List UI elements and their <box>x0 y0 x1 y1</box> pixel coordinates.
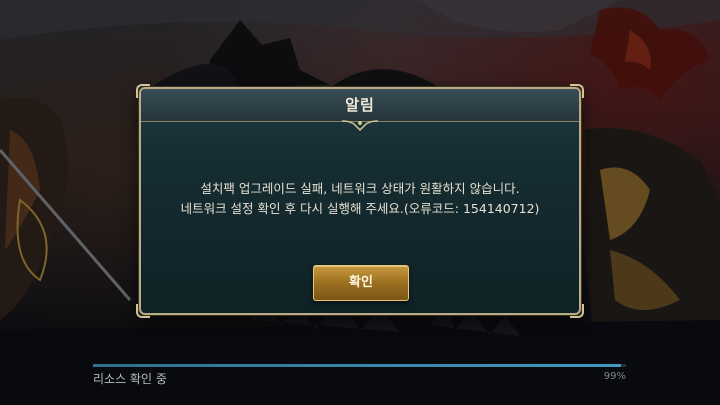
corner-ornament-icon <box>570 84 584 98</box>
message-line-1: 설치팩 업그레이드 실패, 네트워크 상태가 원활하지 않습니다. <box>200 181 520 196</box>
loading-progress-bar <box>93 364 626 367</box>
corner-ornament-icon <box>136 84 150 98</box>
dialog-message: 설치팩 업그레이드 실패, 네트워크 상태가 원활하지 않습니다. 네트워크 설… <box>141 179 579 219</box>
message-line-2: 네트워크 설정 확인 후 다시 실행해 주세요.(오류코드: 154140712… <box>180 201 540 216</box>
confirm-button[interactable]: 확인 <box>313 265 409 301</box>
corner-ornament-icon <box>570 304 584 318</box>
game-screen: 알림 설치팩 업그레이드 실패, 네트워크 상태가 원활하지 않습니다. 네트워… <box>0 0 720 405</box>
header-ornament-icon <box>341 120 379 131</box>
loading-progress-fill <box>93 364 621 367</box>
alert-dialog: 알림 설치팩 업그레이드 실패, 네트워크 상태가 원활하지 않습니다. 네트워… <box>136 84 584 318</box>
loading-status-label: 리소스 확인 중 <box>93 372 167 386</box>
corner-ornament-icon <box>136 304 150 318</box>
loading-percent: 99% <box>603 371 626 382</box>
